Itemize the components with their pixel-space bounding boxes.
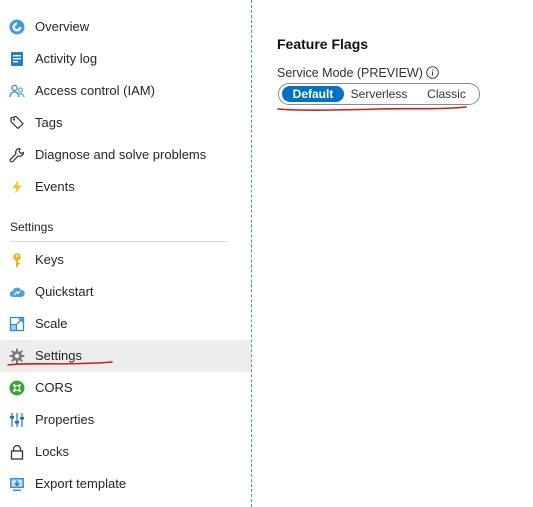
sidebar-item-label: Diagnose and solve problems [35,147,207,162]
cors-icon [9,380,25,396]
cloud-quickstart-icon [9,287,25,298]
info-icon[interactable] [426,66,439,79]
main-content: Feature Flags Service Mode (PREVIEW) Def… [252,0,533,507]
sidebar-item-events[interactable]: Events [0,171,251,203]
sidebar-item-overview[interactable]: Overview [0,11,251,43]
sidebar-item-label: Access control (IAM) [35,83,155,98]
sidebar: Overview Activity log Access control (IA… [0,0,251,507]
properties-icon [10,413,24,427]
sidebar-item-label: Activity log [35,51,98,66]
sidebar-item-settings[interactable]: Settings [0,340,251,372]
option-default[interactable]: Default [282,86,344,102]
sidebar-item-properties[interactable]: Properties [0,404,251,436]
activity-log-icon [11,52,23,66]
lightning-icon [12,180,22,194]
sidebar-item-tags[interactable]: Tags [0,107,251,139]
settings-section-heading: Settings [10,220,54,234]
sidebar-item-quickstart[interactable]: Quickstart [0,276,251,308]
wrench-icon [9,147,25,163]
sidebar-item-label: Overview [35,19,90,34]
service-mode-toggle: Default Serverless Classic [278,83,480,105]
option-serverless[interactable]: Serverless [348,86,410,102]
option-classic[interactable]: Classic [418,86,475,102]
service-mode-label: Service Mode (PREVIEW) [277,66,423,80]
gear-icon [9,348,25,364]
overview-icon [9,19,25,35]
sidebar-item-keys[interactable]: Keys [0,244,251,276]
scale-icon [9,316,25,332]
export-template-icon [10,478,24,491]
sidebar-item-diagnose[interactable]: Diagnose and solve problems [0,139,251,171]
access-control-icon [9,84,25,98]
sidebar-item-label: Keys [35,252,64,267]
sidebar-item-label: Export template [35,476,127,491]
sidebar-item-label: Settings [35,348,82,363]
sidebar-item-export-template[interactable]: Export template [0,468,251,500]
sidebar-item-scale[interactable]: Scale [0,308,251,340]
sidebar-item-label: CORS [35,380,73,395]
sidebar-item-cors[interactable]: CORS [0,372,251,404]
tag-icon [10,115,24,130]
sidebar-item-label: Scale [35,316,68,331]
section-divider [10,241,227,242]
sidebar-item-locks[interactable]: Locks [0,436,251,468]
sidebar-item-label: Tags [35,115,63,130]
lock-icon [10,444,24,460]
sidebar-item-label: Properties [35,412,95,427]
sidebar-item-activity-log[interactable]: Activity log [0,43,251,75]
key-icon [13,253,21,267]
sidebar-item-access-control[interactable]: Access control (IAM) [0,75,251,107]
sidebar-item-label: Events [35,179,75,194]
sidebar-item-label: Quickstart [35,284,94,299]
sidebar-item-label: Locks [35,444,69,459]
page-title: Feature Flags [277,36,369,52]
